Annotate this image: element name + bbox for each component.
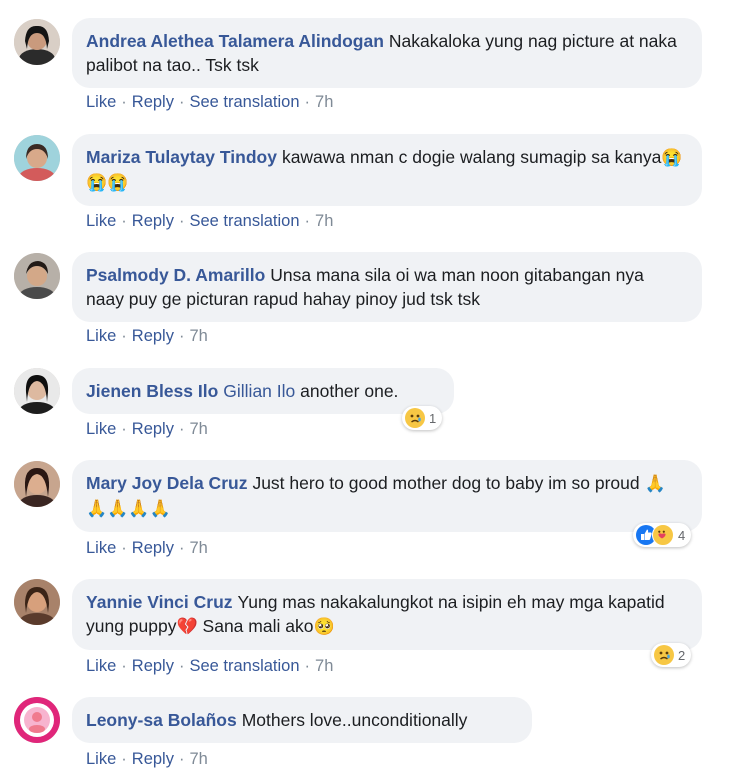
reply-link[interactable]: Reply bbox=[132, 93, 174, 111]
see-translation-link[interactable]: See translation bbox=[189, 657, 299, 675]
broken-heart-emoji: 💔 bbox=[176, 617, 198, 636]
reply-link[interactable]: Reply bbox=[132, 212, 174, 230]
comment-timestamp[interactable]: 7h bbox=[189, 420, 207, 438]
avatar[interactable] bbox=[14, 135, 60, 181]
comment-text: Sana mali ako bbox=[202, 616, 314, 636]
like-link[interactable]: Like bbox=[86, 93, 116, 111]
comment-author[interactable]: Psalmody D. Amarillo bbox=[86, 265, 265, 285]
avatar[interactable] bbox=[14, 19, 60, 65]
comment-text: Mothers love..unconditionally bbox=[241, 710, 468, 730]
comment-actions: Like · Reply · 7h bbox=[86, 327, 208, 345]
like-link[interactable]: Like bbox=[86, 327, 116, 345]
comment-text: kawawa nman c dogie walang sumagip sa ka… bbox=[281, 147, 662, 167]
care-reaction-icon bbox=[652, 524, 674, 546]
reaction-summary[interactable]: 1 bbox=[402, 406, 443, 430]
see-translation-link[interactable]: See translation bbox=[189, 212, 299, 230]
reply-link[interactable]: Reply bbox=[132, 657, 174, 675]
comment-bubble: Psalmody D. Amarillo Unsa mana sila oi wa… bbox=[72, 252, 702, 322]
comment-author[interactable]: Mariza Tulaytay Tindoy bbox=[86, 147, 277, 167]
comment-author[interactable]: Andrea Alethea Talamera Alindogan bbox=[86, 31, 384, 51]
pleading-face-emoji: 🥺 bbox=[313, 617, 335, 636]
like-link[interactable]: Like bbox=[86, 539, 116, 557]
comment-actions: Like · Reply · 7h bbox=[86, 420, 208, 438]
avatar[interactable] bbox=[14, 368, 60, 414]
comment-bubble: Leony-sa Bolaños Mothers love..unconditio… bbox=[72, 697, 532, 743]
reaction-summary[interactable]: 4 bbox=[633, 523, 692, 547]
comment-timestamp[interactable]: 7h bbox=[189, 327, 207, 345]
comment-author[interactable]: Yannie Vinci Cruz bbox=[86, 592, 233, 612]
reaction-count: 1 bbox=[429, 410, 437, 426]
sad-reaction-icon bbox=[405, 408, 425, 428]
comment-author[interactable]: Leony-sa Bolaños bbox=[86, 710, 237, 730]
reaction-count: 4 bbox=[678, 527, 686, 543]
see-translation-link[interactable]: See translation bbox=[189, 93, 299, 111]
comment-actions: Like · Reply · See translation · 7h bbox=[86, 212, 334, 230]
comment-timestamp[interactable]: 7h bbox=[315, 657, 333, 675]
reply-link[interactable]: Reply bbox=[132, 750, 174, 768]
comment-author[interactable]: Mary Joy Dela Cruz bbox=[86, 473, 247, 493]
like-link[interactable]: Like bbox=[86, 420, 116, 438]
like-link[interactable]: Like bbox=[86, 750, 116, 768]
avatar[interactable] bbox=[14, 697, 60, 743]
comment-actions: Like · Reply · 7h bbox=[86, 750, 208, 768]
reply-link[interactable]: Reply bbox=[132, 420, 174, 438]
reaction-summary[interactable]: 2 bbox=[651, 643, 692, 667]
reply-link[interactable]: Reply bbox=[132, 327, 174, 345]
comment-actions: Like · Reply · See translation · 7h bbox=[86, 93, 334, 111]
like-link[interactable]: Like bbox=[86, 212, 116, 230]
comment-bubble: Andrea Alethea Talamera Alindogan Nakakal… bbox=[72, 18, 702, 88]
comment-author[interactable]: Jienen Bless Ilo bbox=[86, 381, 218, 401]
comment-timestamp[interactable]: 7h bbox=[315, 212, 333, 230]
comment-bubble: Jienen Bless Ilo Gillian Ilo another one. bbox=[72, 368, 454, 414]
comment-actions: Like · Reply · 7h bbox=[86, 539, 208, 557]
comment-actions: Like · Reply · See translation · 7h bbox=[86, 657, 334, 675]
comment-bubble: Mariza Tulaytay Tindoy kawawa nman c dogi… bbox=[72, 134, 702, 206]
reply-link[interactable]: Reply bbox=[132, 539, 174, 557]
avatar[interactable] bbox=[14, 461, 60, 507]
avatar[interactable] bbox=[14, 579, 60, 625]
reaction-count: 2 bbox=[678, 647, 686, 663]
comment-timestamp[interactable]: 7h bbox=[189, 750, 207, 768]
comment-bubble: Yannie Vinci Cruz Yung mas nakakalungkot … bbox=[72, 579, 702, 650]
avatar[interactable] bbox=[14, 253, 60, 299]
comment-text: another one. bbox=[300, 381, 399, 401]
comment-text: Just hero to good mother dog to baby im … bbox=[252, 473, 640, 493]
mention-link[interactable]: Gillian Ilo bbox=[223, 381, 295, 401]
comment-timestamp[interactable]: 7h bbox=[315, 93, 333, 111]
comment-timestamp[interactable]: 7h bbox=[189, 539, 207, 557]
sad-reaction-icon bbox=[654, 645, 674, 665]
comment-bubble: Mary Joy Dela Cruz Just hero to good moth… bbox=[72, 460, 702, 532]
like-link[interactable]: Like bbox=[86, 657, 116, 675]
